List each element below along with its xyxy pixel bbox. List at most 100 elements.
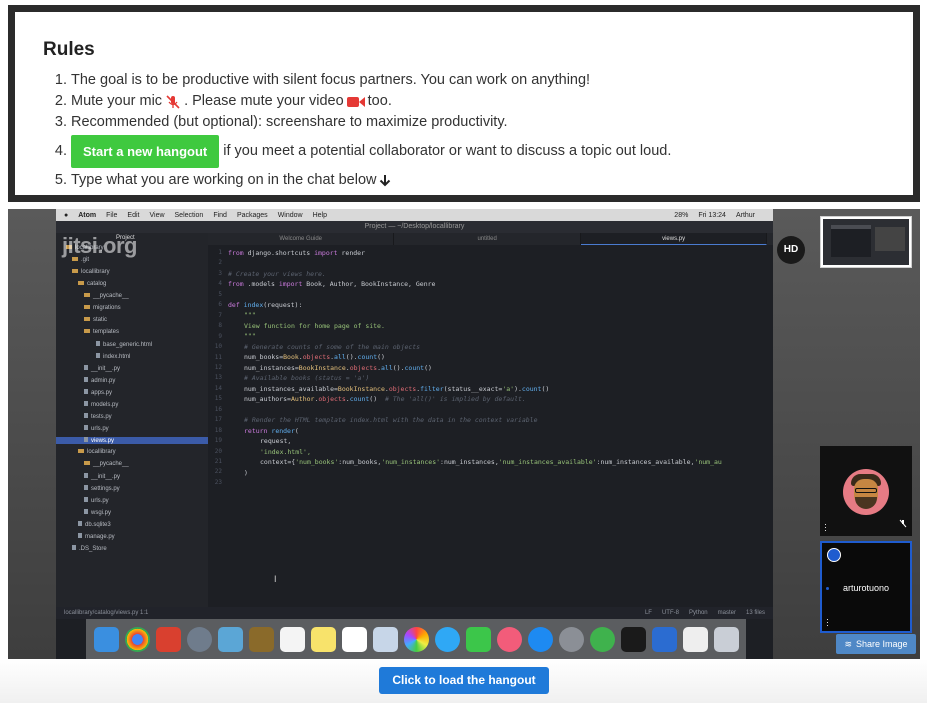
code-line: # Available books (status = 'a') (244, 374, 370, 382)
tree-item: urls.py (84, 497, 109, 504)
status-item: LF (644, 610, 652, 616)
rules-list: 1. The goal is to be productive with sil… (43, 70, 671, 191)
tree-item-label: db.sqlite3 (85, 522, 111, 528)
participant-thumbnail-arthur[interactable]: · · · (820, 446, 912, 536)
menubar-item: Help (312, 211, 327, 219)
tree-item-label: templates (93, 329, 120, 335)
tree-item: apps.py (84, 389, 112, 396)
load-hangout-button[interactable]: Click to load the hangout (379, 667, 549, 694)
line-number: 17 (214, 416, 222, 424)
code-line: num_instances=BookInstance.objects.all()… (244, 364, 432, 372)
rules-panel-frame: Rules 1. The goal is to be productive wi… (8, 5, 920, 202)
file-icon (84, 365, 88, 370)
code-line: View function for home page of site. (244, 322, 385, 330)
mac-dock (86, 619, 746, 659)
rule-number: 3. (54, 114, 67, 130)
code-line: ) (244, 469, 248, 477)
tree-item: models.py (84, 401, 118, 408)
menubar-item: Packages (236, 211, 268, 219)
text-cursor-icon: I (274, 574, 277, 584)
tree-item: wsgi.py (84, 509, 111, 516)
share-image-label: Share Image (856, 639, 908, 649)
rule-item-3: 3. Recommended (but optional): screensha… (43, 112, 671, 133)
tree-item: __pycache__ (84, 461, 129, 467)
more-options-icon[interactable]: · · · (824, 520, 827, 535)
app-icon (155, 626, 181, 652)
share-image-button[interactable]: ≋ Share Image (836, 634, 916, 654)
file-icon (96, 353, 100, 358)
tree-item: locallibrary (78, 449, 116, 455)
menubar-item: Selection (174, 211, 204, 219)
tab-views-py: views.py (580, 233, 768, 245)
code-line: def index(request): (228, 301, 303, 309)
code-line: """ (244, 332, 256, 340)
tree-item: manage.py (78, 533, 115, 540)
apple-icon: ● (64, 211, 69, 219)
line-number: 2 (218, 259, 222, 267)
line-number: 23 (214, 478, 222, 486)
participant-name: arturotuono (842, 583, 890, 593)
video-conference-area[interactable]: ● Atom File Edit View Selection Find Pac… (8, 209, 920, 659)
document-icon (682, 626, 708, 652)
tree-item: catalog (78, 281, 106, 287)
participant-thumbnail-arturotuono[interactable]: arturotuono · · · (820, 541, 912, 633)
mic-muted-icon (165, 94, 181, 110)
start-new-hangout-button[interactable]: Start a new hangout (71, 135, 220, 168)
tree-item-label: locallibrary (87, 449, 116, 455)
file-icon (78, 533, 82, 538)
tree-item: tests.py (84, 413, 112, 420)
code-line: num_instances_available=BookInstance.obj… (244, 385, 550, 393)
folder-icon (84, 305, 90, 309)
code-line: from django.shortcuts import render (228, 249, 365, 257)
tree-item-label: apps.py (91, 390, 113, 396)
tree-item-label: .DS_Store (79, 546, 107, 552)
tree-item-label: views.py (91, 438, 115, 444)
menubar-item: Edit (127, 211, 140, 219)
tree-item-label: __pycache__ (93, 461, 129, 467)
rule-text: Mute your mic (71, 93, 163, 109)
code-line: """ (244, 311, 256, 319)
tab-untitled: untitled (394, 233, 581, 245)
line-number: 18 (214, 426, 222, 434)
rule-item-2: 2. Mute your mic . Please mute your vide… (43, 91, 671, 112)
rule-text: if you meet a potential collaborator or … (223, 143, 672, 159)
line-number: 21 (214, 458, 222, 465)
down-arrow-icon (379, 174, 391, 187)
code-line: return render( (244, 427, 299, 435)
chrome-icon (124, 626, 150, 652)
screen-share-thumbnail[interactable] (820, 216, 912, 268)
more-options-icon[interactable]: · · · (826, 615, 829, 630)
code-line: # Generate counts of some of the main ob… (244, 343, 421, 351)
bottom-bar: Click to load the hangout (0, 659, 927, 703)
tree-item: base_generic.html (96, 341, 152, 348)
jitsi-watermark: jitsi.org (62, 233, 137, 258)
tree-item-label: locallibrary (81, 269, 110, 275)
video-camera-icon (346, 96, 365, 108)
folder-icon (84, 293, 90, 297)
rule-item-4: 4. Start a new hangout if you meet a pot… (43, 135, 671, 168)
app-icon (372, 626, 398, 652)
editor-tabs: Welcome Guide untitled views.py (208, 233, 773, 245)
rule-number: 4. (54, 143, 67, 159)
line-number: 12 (214, 363, 222, 371)
code-line: request, (260, 437, 292, 445)
tree-item: settings.py (84, 485, 120, 492)
tree-item: __pycache__ (84, 293, 129, 299)
file-icon (78, 521, 82, 526)
tree-item-label: __pycache__ (93, 293, 129, 299)
code-line: from .models import Book, Author, BookIn… (228, 280, 436, 288)
tree-item: db.sqlite3 (78, 521, 111, 528)
file-icon (84, 389, 88, 394)
rule-text: too. (367, 93, 392, 109)
file-icon (72, 545, 76, 550)
rule-number: 2. (54, 93, 67, 109)
tree-item-label: urls.py (91, 426, 109, 432)
file-icon (84, 413, 88, 418)
mic-muted-icon (899, 515, 907, 533)
tree-item: static (84, 317, 107, 323)
messages-icon (434, 626, 460, 652)
calendar-icon (279, 626, 305, 652)
preview-icon (217, 626, 243, 652)
terminal-icon (620, 626, 646, 652)
rule-number: 5. (54, 172, 67, 188)
